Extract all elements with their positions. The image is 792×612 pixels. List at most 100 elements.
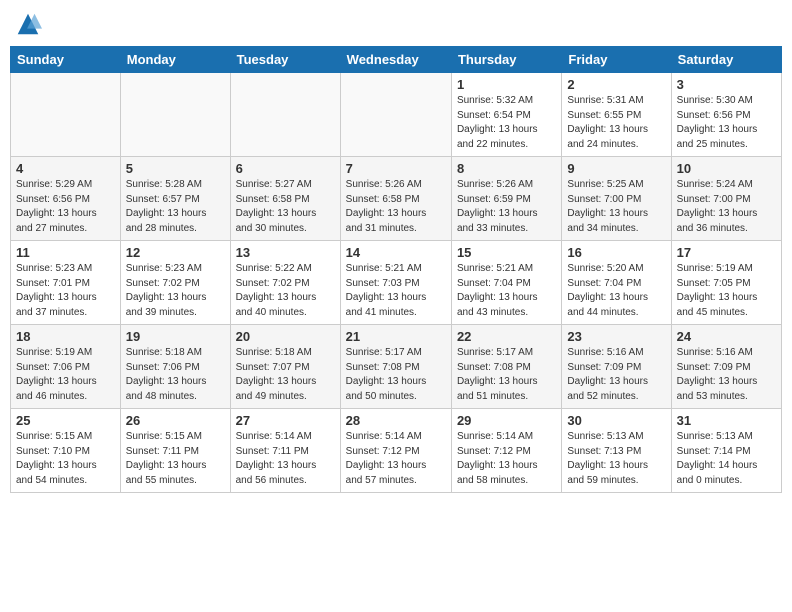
day-number: 4 [16,161,115,176]
day-number: 13 [236,245,335,260]
calendar-cell: 16 Sunrise: 5:20 AM Sunset: 7:04 PM Dayli… [562,241,671,325]
day-info: Sunrise: 5:19 AM Sunset: 7:05 PM Dayligh… [677,262,776,320]
day-info: Sunrise: 5:18 AM Sunset: 7:06 PM Dayligh… [126,346,225,404]
day-number: 22 [457,329,556,344]
day-number: 5 [126,161,225,176]
day-info: Sunrise: 5:19 AM Sunset: 7:06 PM Dayligh… [16,346,115,404]
day-info: Sunrise: 5:18 AM Sunset: 7:07 PM Dayligh… [236,346,335,404]
day-number: 19 [126,329,225,344]
calendar-cell: 26 Sunrise: 5:15 AM Sunset: 7:11 PM Dayli… [120,409,230,493]
day-number: 26 [126,413,225,428]
day-number: 3 [677,77,776,92]
week-row-3: 11Sunrise: 5:23 AM Sunset: 7:01 PM Dayli… [11,241,782,325]
day-info: Sunrise: 5:25 AM Sunset: 7:00 PM Dayligh… [567,178,665,236]
day-info: Sunrise: 5:21 AM Sunset: 7:04 PM Dayligh… [457,262,556,320]
day-info: Sunrise: 5:16 AM Sunset: 7:09 PM Dayligh… [567,346,665,404]
calendar-cell: 10 Sunrise: 5:24 AM Sunset: 7:00 PM Dayli… [671,157,781,241]
day-number: 10 [677,161,776,176]
calendar-cell: 18 Sunrise: 5:19 AM Sunset: 7:06 PM Dayli… [11,325,121,409]
day-number: 12 [126,245,225,260]
calendar-cell: 22Sunrise: 5:17 AM Sunset: 7:08 PM Dayli… [451,325,561,409]
weekday-header-row: SundayMondayTuesdayWednesdayThursdayFrid… [11,47,782,73]
day-number: 20 [236,329,335,344]
weekday-header-saturday: Saturday [671,47,781,73]
calendar-cell [120,73,230,157]
week-row-1: 1Sunrise: 5:32 AM Sunset: 6:54 PM Daylig… [11,73,782,157]
day-info: Sunrise: 5:24 AM Sunset: 7:00 PM Dayligh… [677,178,776,236]
day-number: 15 [457,245,556,260]
day-info: Sunrise: 5:13 AM Sunset: 7:13 PM Dayligh… [567,430,665,488]
day-number: 25 [16,413,115,428]
calendar-cell [340,73,451,157]
logo [14,10,44,38]
day-number: 14 [346,245,446,260]
day-info: Sunrise: 5:15 AM Sunset: 7:10 PM Dayligh… [16,430,115,488]
day-info: Sunrise: 5:22 AM Sunset: 7:02 PM Dayligh… [236,262,335,320]
day-number: 6 [236,161,335,176]
calendar-cell: 2Sunrise: 5:31 AM Sunset: 6:55 PM Daylig… [562,73,671,157]
day-info: Sunrise: 5:23 AM Sunset: 7:02 PM Dayligh… [126,262,225,320]
day-number: 11 [16,245,115,260]
week-row-5: 25 Sunrise: 5:15 AM Sunset: 7:10 PM Dayli… [11,409,782,493]
day-number: 18 [16,329,115,344]
day-number: 29 [457,413,556,428]
weekday-header-wednesday: Wednesday [340,47,451,73]
day-number: 1 [457,77,556,92]
weekday-header-tuesday: Tuesday [230,47,340,73]
weekday-header-monday: Monday [120,47,230,73]
logo-icon [14,10,42,38]
calendar-cell: 28 Sunrise: 5:14 AM Sunset: 7:12 PM Dayli… [340,409,451,493]
calendar-cell: 15 Sunrise: 5:21 AM Sunset: 7:04 PM Dayli… [451,241,561,325]
day-number: 8 [457,161,556,176]
calendar-cell: 8 Sunrise: 5:26 AM Sunset: 6:59 PM Daylig… [451,157,561,241]
day-info: Sunrise: 5:26 AM Sunset: 6:59 PM Dayligh… [457,178,556,236]
day-info: Sunrise: 5:14 AM Sunset: 7:12 PM Dayligh… [346,430,446,488]
calendar-cell: 20 Sunrise: 5:18 AM Sunset: 7:07 PM Dayli… [230,325,340,409]
calendar-cell: 17Sunrise: 5:19 AM Sunset: 7:05 PM Dayli… [671,241,781,325]
day-info: Sunrise: 5:29 AM Sunset: 6:56 PM Dayligh… [16,178,115,236]
day-info: Sunrise: 5:28 AM Sunset: 6:57 PM Dayligh… [126,178,225,236]
day-number: 9 [567,161,665,176]
calendar-cell: 3 Sunrise: 5:30 AM Sunset: 6:56 PM Daylig… [671,73,781,157]
calendar-cell: 14 Sunrise: 5:21 AM Sunset: 7:03 PM Dayli… [340,241,451,325]
calendar-cell: 24Sunrise: 5:16 AM Sunset: 7:09 PM Dayli… [671,325,781,409]
calendar-cell: 11Sunrise: 5:23 AM Sunset: 7:01 PM Dayli… [11,241,121,325]
day-number: 23 [567,329,665,344]
day-number: 27 [236,413,335,428]
weekday-header-friday: Friday [562,47,671,73]
day-number: 30 [567,413,665,428]
day-info: Sunrise: 5:26 AM Sunset: 6:58 PM Dayligh… [346,178,446,236]
day-info: Sunrise: 5:27 AM Sunset: 6:58 PM Dayligh… [236,178,335,236]
calendar-cell: 31 Sunrise: 5:13 AM Sunset: 7:14 PM Dayli… [671,409,781,493]
day-number: 24 [677,329,776,344]
day-info: Sunrise: 5:15 AM Sunset: 7:11 PM Dayligh… [126,430,225,488]
day-number: 2 [567,77,665,92]
weekday-header-thursday: Thursday [451,47,561,73]
day-info: Sunrise: 5:13 AM Sunset: 7:14 PM Dayligh… [677,430,776,488]
calendar-cell: 12 Sunrise: 5:23 AM Sunset: 7:02 PM Dayli… [120,241,230,325]
calendar-cell: 4 Sunrise: 5:29 AM Sunset: 6:56 PM Daylig… [11,157,121,241]
calendar-cell: 19 Sunrise: 5:18 AM Sunset: 7:06 PM Dayli… [120,325,230,409]
day-number: 16 [567,245,665,260]
calendar-cell: 25 Sunrise: 5:15 AM Sunset: 7:10 PM Dayli… [11,409,121,493]
calendar-cell: 29Sunrise: 5:14 AM Sunset: 7:12 PM Dayli… [451,409,561,493]
day-info: Sunrise: 5:21 AM Sunset: 7:03 PM Dayligh… [346,262,446,320]
calendar-cell [230,73,340,157]
day-number: 7 [346,161,446,176]
calendar-cell: 6 Sunrise: 5:27 AM Sunset: 6:58 PM Daylig… [230,157,340,241]
day-info: Sunrise: 5:14 AM Sunset: 7:11 PM Dayligh… [236,430,335,488]
calendar-table: SundayMondayTuesdayWednesdayThursdayFrid… [10,46,782,493]
day-info: Sunrise: 5:30 AM Sunset: 6:56 PM Dayligh… [677,94,776,152]
day-number: 31 [677,413,776,428]
calendar-cell: 21Sunrise: 5:17 AM Sunset: 7:08 PM Dayli… [340,325,451,409]
calendar-cell: 13 Sunrise: 5:22 AM Sunset: 7:02 PM Dayli… [230,241,340,325]
day-info: Sunrise: 5:17 AM Sunset: 7:08 PM Dayligh… [346,346,446,404]
page-header [10,10,782,38]
calendar-cell [11,73,121,157]
week-row-2: 4 Sunrise: 5:29 AM Sunset: 6:56 PM Daylig… [11,157,782,241]
calendar-cell: 1Sunrise: 5:32 AM Sunset: 6:54 PM Daylig… [451,73,561,157]
calendar-cell: 7 Sunrise: 5:26 AM Sunset: 6:58 PM Daylig… [340,157,451,241]
day-info: Sunrise: 5:20 AM Sunset: 7:04 PM Dayligh… [567,262,665,320]
day-number: 28 [346,413,446,428]
calendar-cell: 23 Sunrise: 5:16 AM Sunset: 7:09 PM Dayli… [562,325,671,409]
